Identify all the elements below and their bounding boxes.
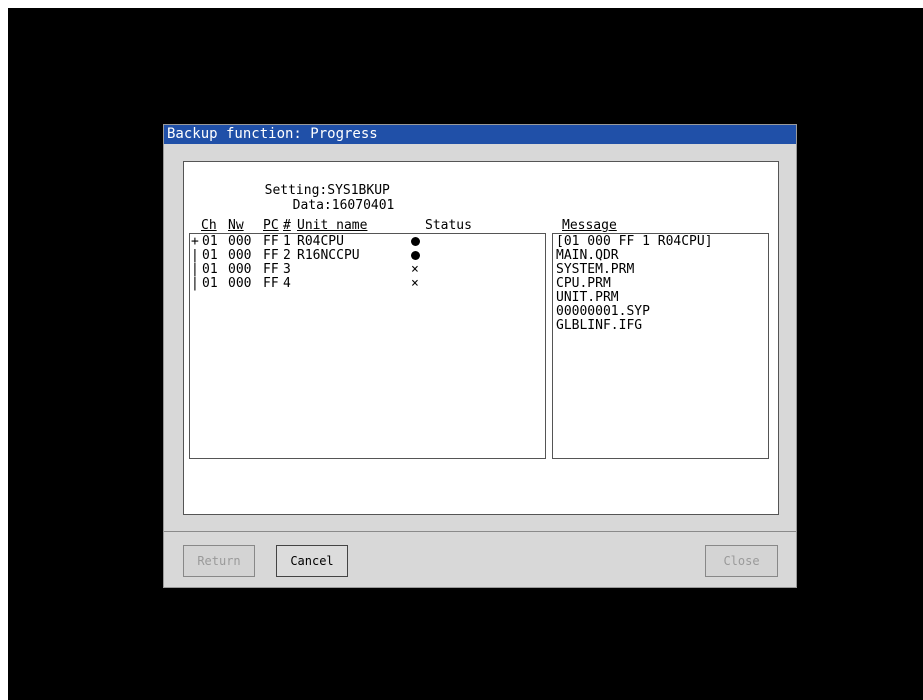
- return-button[interactable]: Return: [183, 545, 255, 577]
- header-unit-name: Unit name: [297, 218, 368, 233]
- message-line: MAIN.QDR: [556, 248, 619, 263]
- header-status: Status: [425, 218, 472, 233]
- header-number: #: [283, 218, 291, 233]
- cell-pc: FF: [263, 276, 279, 291]
- cell-nw: 000: [228, 248, 252, 263]
- message-line: 00000001.SYP: [556, 304, 650, 319]
- message-line: GLBLINF.IFG: [556, 318, 643, 333]
- cell-ch: 01: [202, 248, 218, 263]
- cell-number: 4: [283, 276, 291, 291]
- button-bar-divider: [164, 531, 796, 532]
- tree-marker: +: [191, 234, 199, 249]
- data-value: 16070401: [331, 198, 395, 213]
- status-dot-icon: [411, 251, 420, 260]
- backup-progress-dialog: Backup function: Progress Setting:SYS1BK…: [163, 124, 797, 588]
- unit-row[interactable]: | 01 000 FF 4 ×: [190, 277, 545, 291]
- message-line: [01 000 FF 1 R04CPU]: [556, 234, 713, 249]
- cell-number: 3: [283, 262, 291, 277]
- header-nw: Nw: [228, 218, 244, 233]
- unit-row[interactable]: + 01 000 FF 1 R04CPU: [190, 235, 545, 249]
- cell-nw: 000: [228, 276, 252, 291]
- cell-pc: FF: [263, 234, 279, 249]
- status-dot-icon: [411, 237, 420, 246]
- message-list[interactable]: [01 000 FF 1 R04CPU] MAIN.QDR SYSTEM.PRM…: [552, 233, 769, 459]
- tree-marker: |: [191, 262, 199, 277]
- cell-unit-name: R16NCCPU: [297, 248, 360, 263]
- status-cross-icon: ×: [411, 276, 419, 291]
- cancel-button[interactable]: Cancel: [276, 545, 348, 577]
- close-button[interactable]: Close: [705, 545, 778, 577]
- header-ch: Ch: [201, 218, 217, 233]
- message-line: CPU.PRM: [556, 276, 611, 291]
- cell-pc: FF: [263, 262, 279, 277]
- cell-unit-name: R04CPU: [297, 234, 344, 249]
- cell-ch: 01: [202, 276, 218, 291]
- cell-number: 1: [283, 234, 291, 249]
- unit-row[interactable]: | 01 000 FF 2 R16NCCPU: [190, 249, 545, 263]
- cell-nw: 000: [228, 234, 252, 249]
- message-line: SYSTEM.PRM: [556, 262, 635, 277]
- unit-row[interactable]: | 01 000 FF 3 ×: [190, 263, 545, 277]
- tree-marker: |: [191, 248, 199, 263]
- content-panel: Setting:SYS1BKUP Data:16070401 Ch Nw PC …: [183, 161, 779, 515]
- message-header: Message: [562, 218, 617, 233]
- cell-ch: 01: [202, 234, 218, 249]
- dialog-title: Backup function: Progress: [164, 125, 796, 144]
- header-pc: PC: [263, 218, 279, 233]
- cell-ch: 01: [202, 262, 218, 277]
- cell-nw: 000: [228, 262, 252, 277]
- data-label: Data:: [292, 198, 332, 213]
- hmi-screen: Backup function: Progress Setting:SYS1BK…: [8, 8, 923, 700]
- status-cross-icon: ×: [411, 262, 419, 277]
- cell-number: 2: [283, 248, 291, 263]
- tree-marker: |: [191, 276, 199, 291]
- unit-list[interactable]: + 01 000 FF 1 R04CPU | 01 000 FF 2 R16NC…: [189, 233, 546, 459]
- cell-pc: FF: [263, 248, 279, 263]
- message-line: UNIT.PRM: [556, 290, 619, 305]
